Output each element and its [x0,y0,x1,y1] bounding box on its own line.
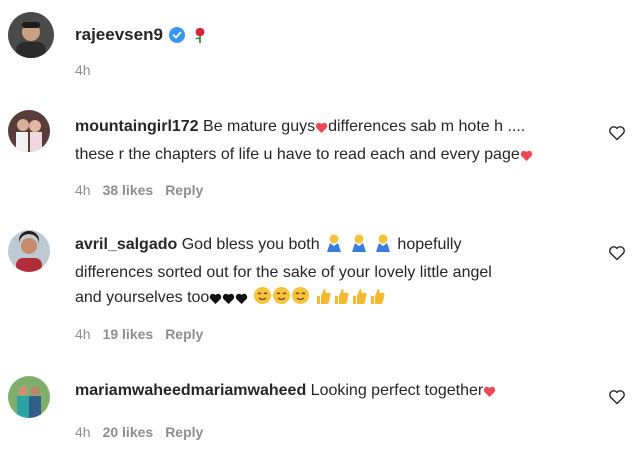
likes-count[interactable]: 20 likes [103,424,154,440]
comment-timestamp: 4h [75,424,91,440]
comment-line: and yourselves too [75,289,210,306]
comment-text: avril_salgado God bless you both hopeful… [75,232,595,313]
thumbs-up-emoji-icon [332,287,350,313]
pray-emoji-icon [324,234,344,260]
thumbs-up-emoji-icon [368,287,386,313]
comment-meta: 4h 19 likes Reply [75,326,215,342]
thumbs-up-emoji-icon [350,287,368,313]
avatar[interactable] [8,230,50,272]
like-heart-icon[interactable] [608,124,626,142]
likes-count[interactable]: 38 likes [103,182,154,198]
heart-emoji-icon [520,145,533,170]
avatar[interactable] [8,110,50,152]
comment-meta: 4h 38 likes Reply [75,182,215,198]
thumbs-up-emoji-icon [314,287,332,313]
black-heart-emoji-icon [235,288,248,313]
post-header: rajeevsen9 [8,12,208,58]
pray-emoji-icon [349,234,369,260]
heart-emoji-icon [483,381,496,406]
heart-emoji-icon [315,117,328,142]
comment-meta: 4h 20 likes Reply [75,424,215,440]
comment-username[interactable]: mariamwaheedmariamwaheed [75,382,306,399]
comment-line: these r the chapters of life u have to r… [75,146,520,163]
verified-badge-icon [168,27,185,43]
avatar[interactable] [8,12,54,58]
comment-text: mountaingirl172 Be mature guys difference… [75,114,595,170]
hugging-emoji-icon [291,286,310,313]
comment-line: differences sab m hote h .... [328,118,526,135]
like-heart-icon[interactable] [608,244,626,262]
rose-emoji-icon [192,26,208,44]
reply-button[interactable]: Reply [165,326,203,342]
hugging-emoji-icon [272,286,291,313]
comment-timestamp: 4h [75,182,91,198]
reply-button[interactable]: Reply [165,424,203,440]
likes-count[interactable]: 19 likes [103,326,154,342]
avatar[interactable] [8,376,50,418]
pray-emoji-icon [373,234,393,260]
reply-button[interactable]: Reply [165,182,203,198]
comment-username[interactable]: mountaingirl172 [75,118,199,135]
comment-line: Be mature guys [203,118,316,135]
hugging-emoji-icon [253,286,272,313]
post-username[interactable]: rajeevsen9 [75,25,163,45]
comment-line: Looking perfect together [310,382,484,399]
like-heart-icon[interactable] [608,388,626,406]
black-heart-emoji-icon [222,288,235,313]
comment-username[interactable]: avril_salgado [75,236,177,253]
comments-panel: rajeevsen9 4h mountaingirl172 Be mature … [0,0,640,470]
comment-line: hopefully [397,236,462,253]
comment-line: God bless you both [181,236,320,253]
post-timestamp: 4h [75,62,91,78]
comment-line: differences sorted out for the sake of y… [75,264,492,281]
comment-text: mariamwaheedmariamwaheed Looking perfect… [75,378,595,406]
black-heart-emoji-icon [209,288,222,313]
comment-timestamp: 4h [75,326,91,342]
